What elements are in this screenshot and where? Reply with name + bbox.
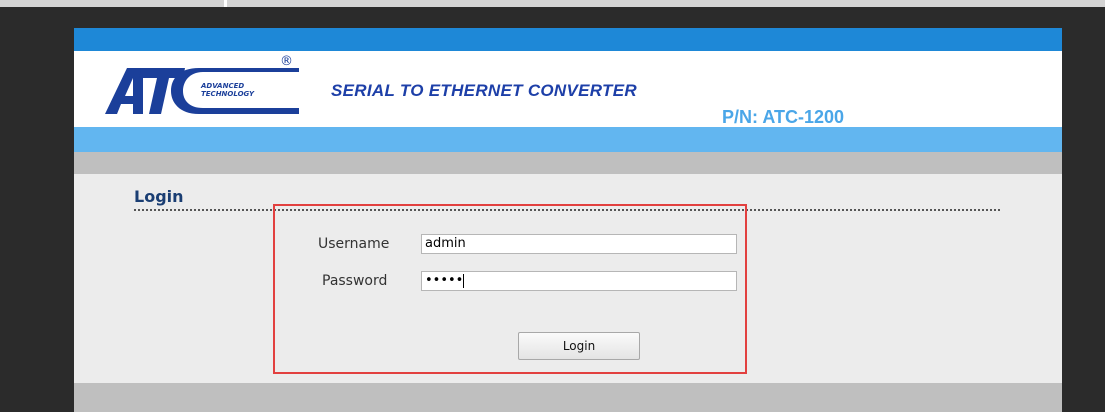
part-number: P/N: ATC-1200 [722,107,845,127]
login-heading: Login [134,187,184,206]
top-blue-band [74,28,1062,51]
footer-gray-band [74,383,1062,412]
registered-trademark-mark: ® [280,54,293,69]
login-section: Login Username admin Password ••••• Logi… [74,174,1062,383]
username-value: admin [425,236,466,251]
atc-logo: ADVANCED TECHNOLOGY [103,60,303,116]
browser-top-strip [0,0,1105,7]
device-web-page: ADVANCED TECHNOLOGY ® SERIAL TO ETHERNET… [74,28,1062,412]
svg-text:ADVANCED: ADVANCED [200,82,244,90]
product-title: SERIAL TO ETHERNET CONVERTER [331,81,637,100]
username-input[interactable]: admin [421,234,737,254]
text-caret [463,273,465,288]
password-label: Password [322,273,388,289]
atc-logo-icon: ADVANCED TECHNOLOGY [105,68,299,114]
password-value: ••••• [425,273,464,288]
gray-nav-band [74,152,1062,174]
browser-tab-divider [224,0,227,7]
login-button[interactable]: Login [518,332,640,360]
svg-text:TECHNOLOGY: TECHNOLOGY [201,90,255,98]
username-label: Username [318,236,390,252]
page-header: ADVANCED TECHNOLOGY ® SERIAL TO ETHERNET… [74,51,1062,127]
light-blue-band [74,127,1062,152]
password-input[interactable]: ••••• [421,271,737,291]
